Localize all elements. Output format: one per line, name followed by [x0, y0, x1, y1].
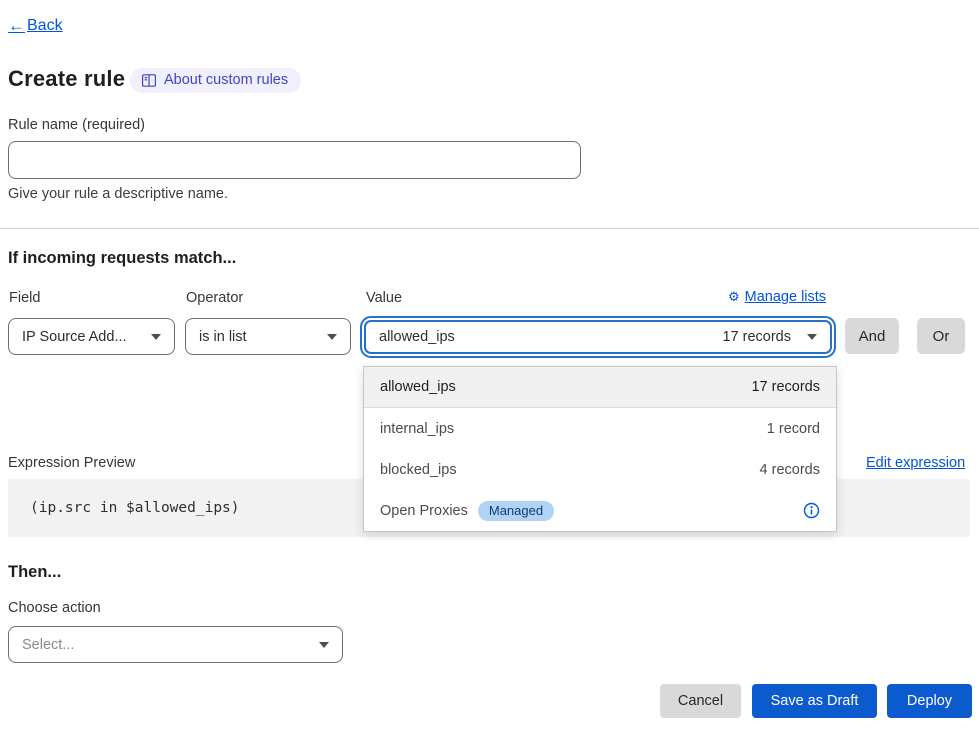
chevron-down-icon: [319, 642, 329, 648]
book-icon: [141, 73, 157, 88]
left-arrow-icon: ←: [8, 16, 25, 36]
list-option-name: internal_ips: [380, 421, 454, 437]
list-option-blocked-ips[interactable]: blocked_ips 4 records: [364, 449, 836, 490]
rule-name-helper-text: Give your rule a descriptive name.: [8, 186, 228, 202]
about-custom-rules-label: About custom rules: [164, 72, 288, 88]
value-select-record-count: 17 records: [722, 329, 791, 345]
manage-lists-label: Manage lists: [745, 289, 826, 305]
list-option-internal-ips[interactable]: internal_ips 1 record: [364, 408, 836, 449]
managed-badge: Managed: [478, 501, 554, 521]
edit-expression-link[interactable]: Edit expression: [866, 455, 965, 471]
list-option-name: allowed_ips: [380, 379, 456, 395]
operator-label: Operator: [186, 290, 243, 306]
list-option-name: blocked_ips: [380, 462, 457, 478]
operator-select[interactable]: is in list: [185, 318, 351, 355]
save-as-draft-button[interactable]: Save as Draft: [752, 684, 877, 718]
value-select-value: allowed_ips: [379, 329, 722, 345]
gear-icon: ⚙: [728, 289, 740, 305]
value-select[interactable]: allowed_ips 17 records: [364, 320, 832, 354]
list-option-open-proxies[interactable]: Open Proxies Managed: [364, 490, 836, 531]
operator-select-value: is in list: [199, 329, 327, 345]
list-dropdown-menu: allowed_ips 17 records internal_ips 1 re…: [363, 366, 837, 532]
section-divider: [0, 228, 979, 229]
create-rule-page: ← Back Create rule About custom rules Ru…: [0, 0, 979, 739]
about-custom-rules-link[interactable]: About custom rules: [130, 68, 301, 93]
choose-action-label: Choose action: [8, 600, 101, 616]
cancel-button[interactable]: Cancel: [660, 684, 741, 718]
back-link-label: Back: [27, 17, 63, 35]
manage-lists-link[interactable]: ⚙ Manage lists: [728, 289, 826, 305]
back-link[interactable]: ← Back: [8, 16, 63, 36]
action-select-placeholder: Select...: [22, 637, 319, 653]
or-button[interactable]: Or: [917, 318, 965, 354]
chevron-down-icon: [327, 334, 337, 340]
list-option-allowed-ips[interactable]: allowed_ips 17 records: [364, 367, 836, 408]
field-select[interactable]: IP Source Add...: [8, 318, 175, 355]
then-section-heading: Then...: [8, 563, 61, 582]
rule-name-label: Rule name (required): [8, 117, 145, 133]
and-button[interactable]: And: [845, 318, 899, 354]
value-label: Value: [366, 290, 402, 306]
expression-code: (ip.src in $allowed_ips): [30, 500, 240, 516]
page-title: Create rule: [8, 66, 125, 92]
rule-name-input[interactable]: [8, 141, 581, 179]
list-option-record-count: 4 records: [760, 462, 820, 478]
field-select-value: IP Source Add...: [22, 329, 151, 345]
chevron-down-icon: [807, 334, 817, 340]
match-section-heading: If incoming requests match...: [8, 249, 236, 268]
chevron-down-icon: [151, 334, 161, 340]
field-label: Field: [9, 290, 40, 306]
deploy-button[interactable]: Deploy: [887, 684, 972, 718]
list-option-record-count: 1 record: [767, 421, 820, 437]
expression-preview-label: Expression Preview: [8, 455, 135, 471]
info-icon[interactable]: [803, 502, 820, 519]
action-select[interactable]: Select...: [8, 626, 343, 663]
list-option-record-count: 17 records: [751, 379, 820, 395]
list-option-name: Open Proxies: [380, 503, 468, 519]
